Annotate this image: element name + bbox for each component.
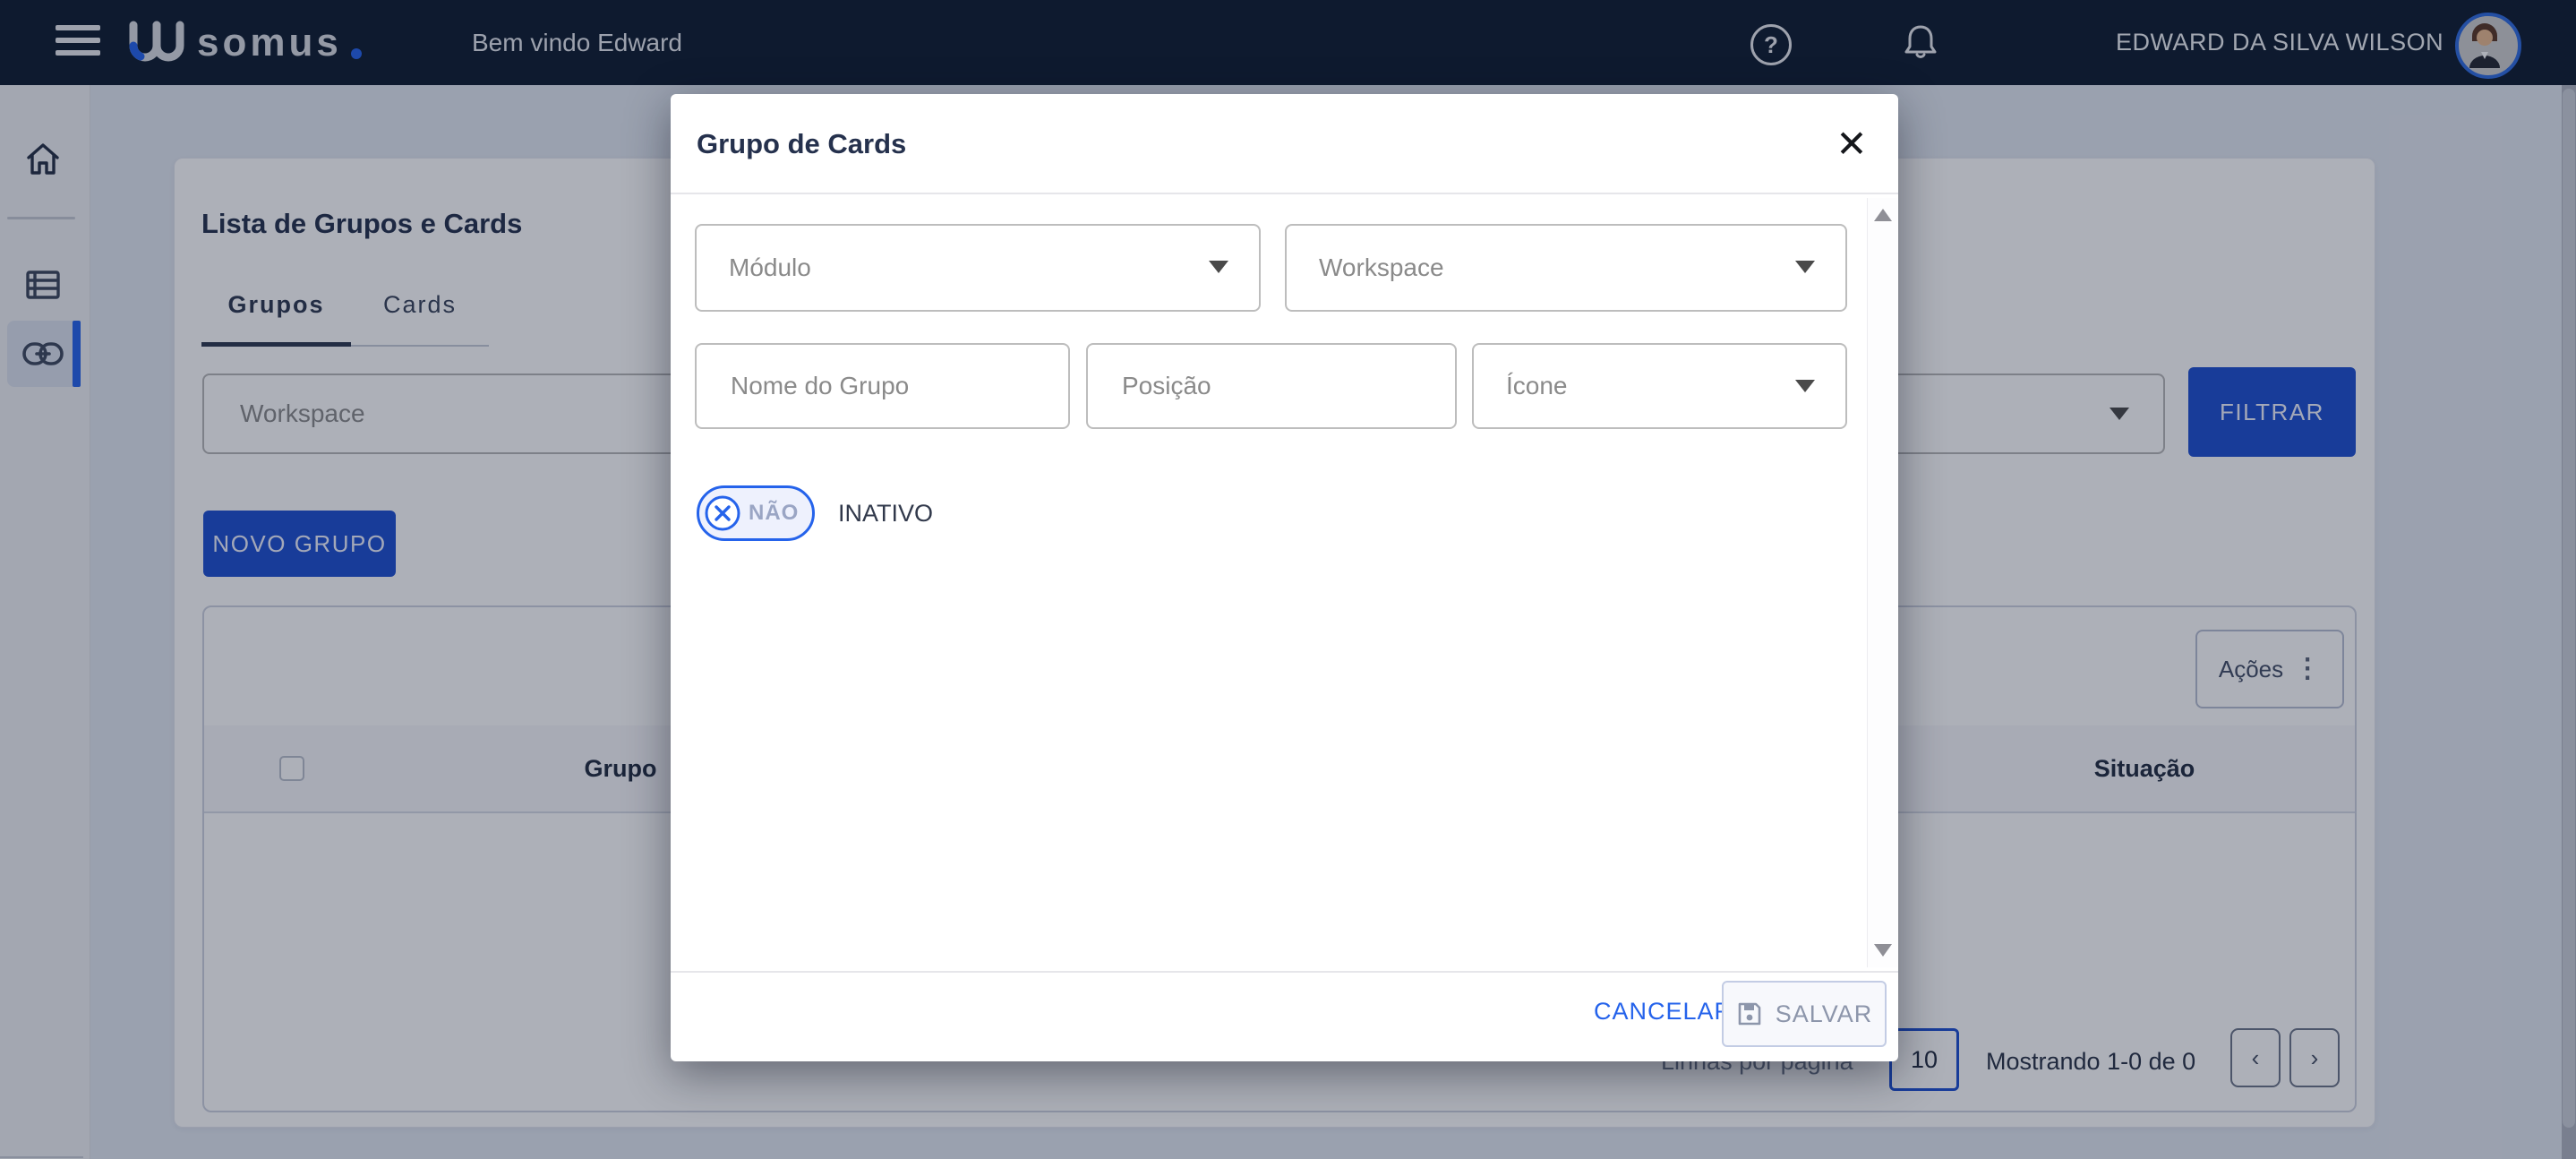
close-icon[interactable]: ✕ bbox=[1830, 123, 1873, 166]
inativo-toggle-row: NÃO INATIVO bbox=[697, 486, 933, 540]
inativo-toggle[interactable]: NÃO bbox=[697, 485, 815, 541]
workspace-placeholder: Workspace bbox=[1319, 253, 1444, 282]
modulo-placeholder: Módulo bbox=[729, 253, 811, 282]
cancelar-button[interactable]: CANCELAR bbox=[1588, 997, 1738, 1026]
scroll-up-arrow-icon[interactable] bbox=[1874, 209, 1892, 221]
toggle-value-label: NÃO bbox=[749, 501, 799, 526]
chevron-down-icon bbox=[1209, 261, 1228, 273]
inativo-label: INATIVO bbox=[838, 500, 933, 528]
scroll-down-arrow-icon[interactable] bbox=[1874, 944, 1892, 957]
posicao-input[interactable] bbox=[1120, 371, 1399, 401]
icone-select[interactable]: Ícone bbox=[1472, 343, 1847, 429]
modulo-select[interactable]: Módulo bbox=[695, 224, 1261, 312]
grupo-de-cards-modal: Grupo de Cards ✕ Módulo Workspace Ícone bbox=[671, 94, 1898, 1061]
modal-header-divider bbox=[671, 193, 1898, 194]
modal-scrollbar[interactable] bbox=[1867, 198, 1897, 967]
salvar-button[interactable]: SALVAR bbox=[1722, 981, 1887, 1047]
salvar-button-label: SALVAR bbox=[1776, 1000, 1873, 1028]
app-viewport: somus Bem vindo Edward ? EDWARD DA SILVA… bbox=[0, 0, 2576, 1159]
modal-title: Grupo de Cards bbox=[697, 128, 906, 160]
save-floppy-icon bbox=[1736, 1000, 1763, 1027]
workspace-select[interactable]: Workspace bbox=[1285, 224, 1847, 312]
chevron-down-icon bbox=[1795, 261, 1815, 273]
circle-x-icon bbox=[704, 494, 741, 532]
nome-do-grupo-input[interactable] bbox=[729, 371, 1011, 401]
nome-do-grupo-field bbox=[695, 343, 1070, 429]
posicao-field bbox=[1086, 343, 1457, 429]
modal-footer-divider bbox=[671, 971, 1898, 973]
chevron-down-icon bbox=[1795, 380, 1815, 392]
icone-placeholder: Ícone bbox=[1506, 372, 1568, 400]
